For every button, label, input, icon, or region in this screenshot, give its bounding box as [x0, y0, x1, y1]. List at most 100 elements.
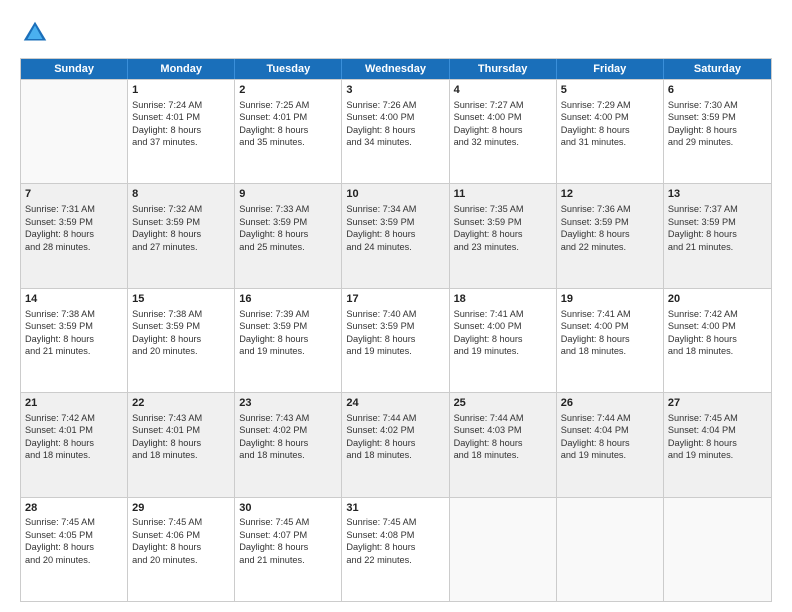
sunset-text: Sunset: 3:59 PM	[132, 320, 230, 332]
day-number: 7	[25, 187, 123, 202]
weekday-header-wednesday: Wednesday	[342, 59, 449, 79]
weekday-header-monday: Monday	[128, 59, 235, 79]
daylight-text: Daylight: 8 hours	[25, 541, 123, 553]
daylight-text: Daylight: 8 hours	[668, 124, 767, 136]
weekday-header-friday: Friday	[557, 59, 664, 79]
day-cell-21: 21Sunrise: 7:42 AMSunset: 4:01 PMDayligh…	[21, 393, 128, 496]
daylight-minutes: and 18 minutes.	[668, 345, 767, 357]
sunrise-text: Sunrise: 7:25 AM	[239, 99, 337, 111]
sunset-text: Sunset: 4:00 PM	[561, 111, 659, 123]
daylight-text: Daylight: 8 hours	[25, 228, 123, 240]
daylight-text: Daylight: 8 hours	[346, 124, 444, 136]
day-cell-8: 8Sunrise: 7:32 AMSunset: 3:59 PMDaylight…	[128, 184, 235, 287]
sunset-text: Sunset: 4:06 PM	[132, 529, 230, 541]
sunset-text: Sunset: 3:59 PM	[668, 111, 767, 123]
day-number: 4	[454, 83, 552, 98]
day-number: 5	[561, 83, 659, 98]
daylight-minutes: and 23 minutes.	[454, 241, 552, 253]
day-cell-6: 6Sunrise: 7:30 AMSunset: 3:59 PMDaylight…	[664, 80, 771, 183]
daylight-text: Daylight: 8 hours	[132, 333, 230, 345]
day-number: 19	[561, 292, 659, 307]
sunrise-text: Sunrise: 7:27 AM	[454, 99, 552, 111]
sunrise-text: Sunrise: 7:30 AM	[668, 99, 767, 111]
sunset-text: Sunset: 4:04 PM	[561, 424, 659, 436]
day-cell-1: 1Sunrise: 7:24 AMSunset: 4:01 PMDaylight…	[128, 80, 235, 183]
daylight-text: Daylight: 8 hours	[25, 437, 123, 449]
day-number: 14	[25, 292, 123, 307]
sunset-text: Sunset: 4:03 PM	[454, 424, 552, 436]
calendar-row: 14Sunrise: 7:38 AMSunset: 3:59 PMDayligh…	[21, 288, 771, 392]
sunset-text: Sunset: 3:59 PM	[346, 216, 444, 228]
sunrise-text: Sunrise: 7:37 AM	[668, 203, 767, 215]
daylight-minutes: and 22 minutes.	[346, 554, 444, 566]
daylight-minutes: and 21 minutes.	[239, 554, 337, 566]
calendar-row: 1Sunrise: 7:24 AMSunset: 4:01 PMDaylight…	[21, 79, 771, 183]
daylight-text: Daylight: 8 hours	[346, 437, 444, 449]
daylight-minutes: and 27 minutes.	[132, 241, 230, 253]
day-cell-20: 20Sunrise: 7:42 AMSunset: 4:00 PMDayligh…	[664, 289, 771, 392]
day-cell-3: 3Sunrise: 7:26 AMSunset: 4:00 PMDaylight…	[342, 80, 449, 183]
day-cell-4: 4Sunrise: 7:27 AMSunset: 4:00 PMDaylight…	[450, 80, 557, 183]
sunrise-text: Sunrise: 7:41 AM	[454, 308, 552, 320]
sunset-text: Sunset: 3:59 PM	[239, 216, 337, 228]
daylight-minutes: and 24 minutes.	[346, 241, 444, 253]
sunrise-text: Sunrise: 7:33 AM	[239, 203, 337, 215]
sunrise-text: Sunrise: 7:41 AM	[561, 308, 659, 320]
day-cell-30: 30Sunrise: 7:45 AMSunset: 4:07 PMDayligh…	[235, 498, 342, 601]
day-number: 16	[239, 292, 337, 307]
day-number: 28	[25, 501, 123, 516]
calendar-header: SundayMondayTuesdayWednesdayThursdayFrid…	[21, 59, 771, 79]
day-cell-27: 27Sunrise: 7:45 AMSunset: 4:04 PMDayligh…	[664, 393, 771, 496]
daylight-text: Daylight: 8 hours	[239, 437, 337, 449]
day-cell-9: 9Sunrise: 7:33 AMSunset: 3:59 PMDaylight…	[235, 184, 342, 287]
day-number: 1	[132, 83, 230, 98]
empty-cell	[450, 498, 557, 601]
daylight-text: Daylight: 8 hours	[239, 333, 337, 345]
sunrise-text: Sunrise: 7:44 AM	[561, 412, 659, 424]
day-cell-18: 18Sunrise: 7:41 AMSunset: 4:00 PMDayligh…	[450, 289, 557, 392]
weekday-header-saturday: Saturday	[664, 59, 771, 79]
empty-cell	[557, 498, 664, 601]
sunrise-text: Sunrise: 7:26 AM	[346, 99, 444, 111]
day-number: 26	[561, 396, 659, 411]
daylight-minutes: and 18 minutes.	[132, 449, 230, 461]
sunset-text: Sunset: 3:59 PM	[454, 216, 552, 228]
day-number: 10	[346, 187, 444, 202]
daylight-minutes: and 19 minutes.	[346, 345, 444, 357]
sunset-text: Sunset: 3:59 PM	[561, 216, 659, 228]
sunrise-text: Sunrise: 7:43 AM	[132, 412, 230, 424]
header	[20, 18, 772, 48]
daylight-minutes: and 20 minutes.	[132, 345, 230, 357]
day-number: 9	[239, 187, 337, 202]
daylight-text: Daylight: 8 hours	[132, 437, 230, 449]
daylight-minutes: and 28 minutes.	[25, 241, 123, 253]
sunrise-text: Sunrise: 7:38 AM	[25, 308, 123, 320]
daylight-text: Daylight: 8 hours	[668, 333, 767, 345]
day-cell-14: 14Sunrise: 7:38 AMSunset: 3:59 PMDayligh…	[21, 289, 128, 392]
daylight-text: Daylight: 8 hours	[346, 541, 444, 553]
day-number: 3	[346, 83, 444, 98]
daylight-text: Daylight: 8 hours	[239, 541, 337, 553]
sunrise-text: Sunrise: 7:39 AM	[239, 308, 337, 320]
sunrise-text: Sunrise: 7:34 AM	[346, 203, 444, 215]
day-number: 30	[239, 501, 337, 516]
day-cell-13: 13Sunrise: 7:37 AMSunset: 3:59 PMDayligh…	[664, 184, 771, 287]
daylight-minutes: and 19 minutes.	[668, 449, 767, 461]
sunset-text: Sunset: 3:59 PM	[668, 216, 767, 228]
daylight-minutes: and 18 minutes.	[25, 449, 123, 461]
day-cell-19: 19Sunrise: 7:41 AMSunset: 4:00 PMDayligh…	[557, 289, 664, 392]
day-cell-23: 23Sunrise: 7:43 AMSunset: 4:02 PMDayligh…	[235, 393, 342, 496]
daylight-text: Daylight: 8 hours	[132, 228, 230, 240]
sunset-text: Sunset: 4:02 PM	[346, 424, 444, 436]
sunset-text: Sunset: 4:08 PM	[346, 529, 444, 541]
sunset-text: Sunset: 4:01 PM	[132, 111, 230, 123]
sunrise-text: Sunrise: 7:40 AM	[346, 308, 444, 320]
day-cell-16: 16Sunrise: 7:39 AMSunset: 3:59 PMDayligh…	[235, 289, 342, 392]
day-number: 25	[454, 396, 552, 411]
day-cell-24: 24Sunrise: 7:44 AMSunset: 4:02 PMDayligh…	[342, 393, 449, 496]
sunrise-text: Sunrise: 7:45 AM	[346, 516, 444, 528]
daylight-text: Daylight: 8 hours	[561, 333, 659, 345]
sunset-text: Sunset: 4:05 PM	[25, 529, 123, 541]
daylight-text: Daylight: 8 hours	[239, 124, 337, 136]
sunset-text: Sunset: 3:59 PM	[132, 216, 230, 228]
